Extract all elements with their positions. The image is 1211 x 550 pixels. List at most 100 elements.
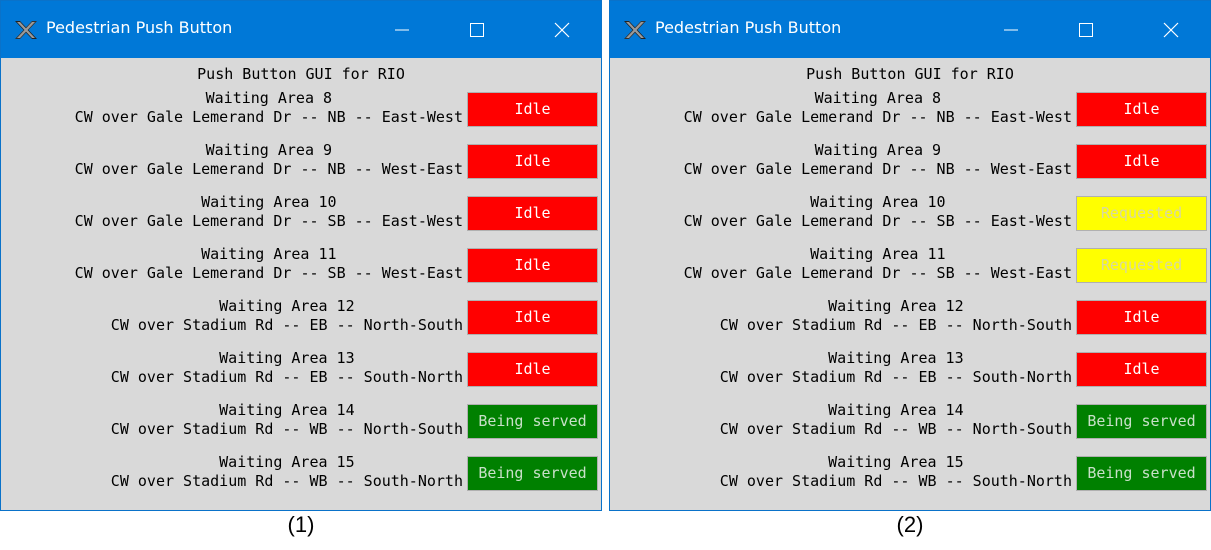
crosswalk-description: CW over Gale Lemerand Dr -- NB -- East-W… xyxy=(74,108,463,126)
waiting-area-label: Waiting Area 14 CW over Stadium Rd -- WB… xyxy=(610,401,1072,439)
push-button-status[interactable]: Idle xyxy=(467,196,598,231)
waiting-area-name: Waiting Area 8 xyxy=(205,89,333,107)
crosswalk-description: CW over Stadium Rd -- WB -- North-South xyxy=(110,420,463,438)
waiting-area-name: Waiting Area 13 xyxy=(828,349,964,367)
app-window: Pedestrian Push Button Push Button GUI f… xyxy=(0,0,602,511)
push-button-status[interactable]: Idle xyxy=(467,248,598,283)
crosswalk-description: CW over Gale Lemerand Dr -- SB -- East-W… xyxy=(683,212,1072,230)
waiting-area-row: Waiting Area 12 CW over Stadium Rd -- EB… xyxy=(1,296,601,348)
push-button-status[interactable]: Being served xyxy=(1076,404,1207,439)
waiting-area-row: Waiting Area 10 CW over Gale Lemerand Dr… xyxy=(610,192,1210,244)
waiting-area-row: Waiting Area 13 CW over Stadium Rd -- EB… xyxy=(1,348,601,400)
close-icon xyxy=(554,22,570,38)
panel-caption: (1) xyxy=(287,512,315,537)
waiting-area-name: Waiting Area 13 xyxy=(219,349,355,367)
title-bar[interactable]: Pedestrian Push Button xyxy=(610,1,1210,58)
crosswalk-description: CW over Stadium Rd -- WB -- North-South xyxy=(719,420,1072,438)
push-button-status[interactable]: Idle xyxy=(467,92,598,127)
minimize-icon xyxy=(1004,29,1018,31)
waiting-area-name: Waiting Area 14 xyxy=(219,401,355,419)
waiting-area-row: Waiting Area 11 CW over Gale Lemerand Dr… xyxy=(610,244,1210,296)
gui-heading: Push Button GUI for RIO xyxy=(806,65,1014,83)
waiting-area-name: Waiting Area 9 xyxy=(814,141,942,159)
push-button-status[interactable]: Idle xyxy=(467,144,598,179)
push-button-status[interactable]: Requested xyxy=(1076,248,1207,283)
waiting-area-row: Waiting Area 15 CW over Stadium Rd -- WB… xyxy=(610,452,1210,504)
app-window: Pedestrian Push Button Push Button GUI f… xyxy=(609,0,1211,511)
waiting-area-name: Waiting Area 12 xyxy=(828,297,964,315)
waiting-area-label: Waiting Area 10 CW over Gale Lemerand Dr… xyxy=(1,193,463,231)
push-button-status[interactable]: Idle xyxy=(467,352,598,387)
push-button-status[interactable]: Requested xyxy=(1076,196,1207,231)
push-button-status[interactable]: Idle xyxy=(467,300,598,335)
waiting-area-name: Waiting Area 8 xyxy=(814,89,942,107)
waiting-area-name: Waiting Area 11 xyxy=(810,245,946,263)
minimize-button[interactable] xyxy=(377,1,427,58)
waiting-area-label: Waiting Area 13 CW over Stadium Rd -- EB… xyxy=(610,349,1072,387)
waiting-area-label: Waiting Area 13 CW over Stadium Rd -- EB… xyxy=(1,349,463,387)
waiting-area-label: Waiting Area 15 CW over Stadium Rd -- WB… xyxy=(610,453,1072,491)
minimize-button[interactable] xyxy=(986,1,1036,58)
waiting-area-label: Waiting Area 9 CW over Gale Lemerand Dr … xyxy=(1,141,463,179)
x-logo-icon xyxy=(13,19,39,41)
waiting-area-row: Waiting Area 10 CW over Gale Lemerand Dr… xyxy=(1,192,601,244)
waiting-area-label: Waiting Area 14 CW over Stadium Rd -- WB… xyxy=(1,401,463,439)
window-title: Pedestrian Push Button xyxy=(655,18,842,37)
waiting-area-name: Waiting Area 15 xyxy=(219,453,355,471)
crosswalk-description: CW over Stadium Rd -- EB -- South-North xyxy=(110,368,463,386)
close-icon xyxy=(1163,22,1179,38)
waiting-area-label: Waiting Area 12 CW over Stadium Rd -- EB… xyxy=(1,297,463,335)
close-button[interactable] xyxy=(1146,1,1196,58)
maximize-icon xyxy=(470,23,484,37)
waiting-area-label: Waiting Area 11 CW over Gale Lemerand Dr… xyxy=(610,245,1072,283)
minimize-icon xyxy=(395,29,409,31)
waiting-area-name: Waiting Area 9 xyxy=(205,141,333,159)
waiting-area-row: Waiting Area 13 CW over Stadium Rd -- EB… xyxy=(610,348,1210,400)
waiting-area-label: Waiting Area 9 CW over Gale Lemerand Dr … xyxy=(610,141,1072,179)
crosswalk-description: CW over Stadium Rd -- WB -- South-North xyxy=(110,472,463,490)
waiting-area-row: Waiting Area 14 CW over Stadium Rd -- WB… xyxy=(1,400,601,452)
waiting-area-row: Waiting Area 9 CW over Gale Lemerand Dr … xyxy=(610,140,1210,192)
crosswalk-description: CW over Gale Lemerand Dr -- NB -- East-W… xyxy=(683,108,1072,126)
crosswalk-description: CW over Gale Lemerand Dr -- NB -- West-E… xyxy=(74,160,463,178)
maximize-button[interactable] xyxy=(1061,1,1111,58)
waiting-area-name: Waiting Area 10 xyxy=(201,193,337,211)
push-button-status[interactable]: Idle xyxy=(1076,92,1207,127)
waiting-area-row: Waiting Area 11 CW over Gale Lemerand Dr… xyxy=(1,244,601,296)
push-button-status[interactable]: Being served xyxy=(467,456,598,491)
crosswalk-description: CW over Stadium Rd -- EB -- South-North xyxy=(719,368,1072,386)
push-button-status[interactable]: Being served xyxy=(467,404,598,439)
window-content: Push Button GUI for RIO Waiting Area 8 C… xyxy=(610,58,1210,510)
waiting-area-label: Waiting Area 15 CW over Stadium Rd -- WB… xyxy=(1,453,463,491)
maximize-button[interactable] xyxy=(452,1,502,58)
close-button[interactable] xyxy=(537,1,587,58)
waiting-area-row: Waiting Area 12 CW over Stadium Rd -- EB… xyxy=(610,296,1210,348)
waiting-area-label: Waiting Area 10 CW over Gale Lemerand Dr… xyxy=(610,193,1072,231)
crosswalk-description: CW over Gale Lemerand Dr -- NB -- West-E… xyxy=(683,160,1072,178)
waiting-area-label: Waiting Area 12 CW over Stadium Rd -- EB… xyxy=(610,297,1072,335)
push-button-status[interactable]: Being served xyxy=(1076,456,1207,491)
waiting-area-row: Waiting Area 15 CW over Stadium Rd -- WB… xyxy=(1,452,601,504)
waiting-area-row: Waiting Area 14 CW over Stadium Rd -- WB… xyxy=(610,400,1210,452)
maximize-icon xyxy=(1079,23,1093,37)
window-title: Pedestrian Push Button xyxy=(46,18,233,37)
crosswalk-description: CW over Gale Lemerand Dr -- SB -- East-W… xyxy=(74,212,463,230)
waiting-area-name: Waiting Area 11 xyxy=(201,245,337,263)
waiting-area-label: Waiting Area 11 CW over Gale Lemerand Dr… xyxy=(1,245,463,283)
push-button-status[interactable]: Idle xyxy=(1076,144,1207,179)
title-bar[interactable]: Pedestrian Push Button xyxy=(1,1,601,58)
waiting-area-name: Waiting Area 10 xyxy=(810,193,946,211)
panel-2: Pedestrian Push Button Push Button GUI f… xyxy=(609,0,1211,550)
waiting-area-name: Waiting Area 14 xyxy=(828,401,964,419)
waiting-area-row: Waiting Area 8 CW over Gale Lemerand Dr … xyxy=(1,88,601,140)
waiting-area-name: Waiting Area 15 xyxy=(828,453,964,471)
waiting-area-label: Waiting Area 8 CW over Gale Lemerand Dr … xyxy=(1,89,463,127)
panel-1: Pedestrian Push Button Push Button GUI f… xyxy=(0,0,602,550)
waiting-area-label: Waiting Area 8 CW over Gale Lemerand Dr … xyxy=(610,89,1072,127)
crosswalk-description: CW over Stadium Rd -- EB -- North-South xyxy=(719,316,1072,334)
waiting-area-name: Waiting Area 12 xyxy=(219,297,355,315)
waiting-area-row: Waiting Area 9 CW over Gale Lemerand Dr … xyxy=(1,140,601,192)
push-button-status[interactable]: Idle xyxy=(1076,352,1207,387)
push-button-status[interactable]: Idle xyxy=(1076,300,1207,335)
crosswalk-description: CW over Gale Lemerand Dr -- SB -- West-E… xyxy=(683,264,1072,282)
